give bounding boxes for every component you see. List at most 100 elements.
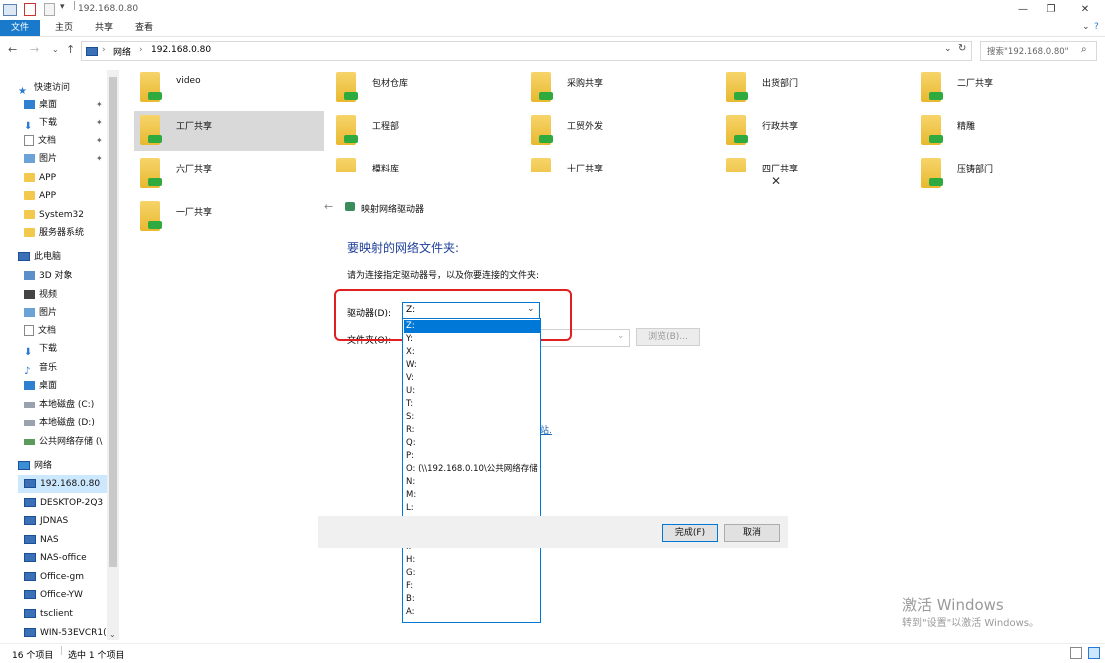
sidebar-item-drive-d[interactable]: 本地磁盘 (D:) (24, 414, 136, 432)
sidebar-item-app[interactable]: APP (24, 169, 136, 187)
quick-toolbar-dropdown-icon[interactable]: ▾ (60, 2, 65, 12)
sidebar-item-3d-objects[interactable]: 3D 对象 (24, 267, 136, 285)
forward-button[interactable]: → (30, 43, 39, 56)
details-view-icon[interactable] (1070, 647, 1082, 659)
drive-option[interactable]: A: (404, 606, 541, 619)
sidebar-item-host[interactable]: NAS (24, 531, 136, 549)
sidebar-item-downloads[interactable]: ⬇ 下载 (24, 340, 136, 358)
sidebar-item-host[interactable]: Office-YW (24, 586, 136, 604)
folder-item[interactable]: 二厂共享 (915, 68, 1105, 108)
folder-item[interactable]: 采购共享 (525, 68, 715, 108)
tab-share[interactable]: 共享 (84, 20, 124, 36)
sidebar-item-host[interactable]: JDNAS (24, 512, 136, 530)
drive-dropdown-list[interactable]: Z: Y: X: W: V: U: T: S: R: Q: P: O: (\\1… (402, 318, 541, 623)
recent-dropdown-icon[interactable]: ⌄ (52, 45, 59, 54)
folder-item[interactable]: 模料库 (330, 154, 520, 172)
sidebar-item-host-selected[interactable]: 192.168.0.80 (18, 475, 114, 493)
sidebar-item-host[interactable]: DESKTOP-2Q3 (24, 494, 108, 512)
tab-file[interactable]: 文件 (0, 20, 40, 36)
restore-button[interactable]: ❐ (1036, 2, 1066, 18)
drive-option[interactable]: N: (404, 476, 541, 489)
folder-item[interactable]: 工贸外发 (525, 111, 715, 151)
drive-option[interactable]: X: (404, 346, 541, 359)
drive-option[interactable]: M: (404, 489, 541, 502)
folder-item[interactable]: 行政共享 (720, 111, 910, 151)
drive-option[interactable]: H: (404, 554, 541, 567)
back-button[interactable]: ← (8, 43, 17, 56)
tab-home[interactable]: 主页 (44, 20, 84, 36)
folder-item[interactable]: 一厂共享 (134, 197, 324, 237)
sidebar-item-pictures[interactable]: 图片 ✦ (24, 150, 136, 168)
drive-option[interactable]: U: (404, 385, 541, 398)
sidebar-item-documents[interactable]: 文档 ✦ (24, 132, 136, 150)
folder-label: 工程部 (372, 122, 400, 132)
help-icon[interactable]: ? (1094, 22, 1099, 32)
drive-option[interactable]: T: (404, 398, 541, 411)
sidebar-item-host[interactable]: NAS-office (24, 549, 136, 567)
folder-item[interactable]: 十厂共享 (525, 154, 715, 172)
drive-option[interactable]: B: (404, 593, 541, 606)
search-input[interactable]: 搜索"192.168.0.80" ⌕ (980, 41, 1097, 61)
drive-option[interactable]: L: (404, 502, 541, 515)
dialog-link[interactable]: 站. (540, 423, 552, 436)
sidebar-item-drive-c[interactable]: 本地磁盘 (C:) (24, 396, 136, 414)
drive-option[interactable]: S: (404, 411, 541, 424)
folder-item[interactable]: 精雕 (915, 111, 1105, 151)
new-folder-icon[interactable] (44, 3, 55, 16)
minimize-button[interactable]: — (1008, 2, 1038, 18)
computer-icon (24, 609, 36, 618)
close-button[interactable]: ✕ (1070, 2, 1100, 18)
refresh-icon[interactable]: ↻ (958, 43, 966, 54)
address-bar[interactable]: › 网络 › 192.168.0.80 ⌄ ↻ (81, 41, 972, 61)
sidebar-item-host[interactable]: Office-gm (24, 568, 136, 586)
sidebar-item-app[interactable]: APP (24, 187, 136, 205)
large-icons-view-icon[interactable] (1088, 647, 1100, 659)
sidebar-item-network-storage[interactable]: 公共网络存储 (\ (24, 433, 136, 451)
status-selected-count: 选中 1 个项目 (68, 651, 125, 661)
folder-item[interactable]: video (134, 68, 324, 108)
drive-option[interactable]: Y: (404, 333, 541, 346)
expand-ribbon-icon[interactable]: ⌄ (1082, 22, 1090, 32)
folder-item[interactable]: 出货部门 (720, 68, 910, 108)
drive-option[interactable]: Q: (404, 437, 541, 450)
tab-view[interactable]: 查看 (124, 20, 164, 36)
sidebar-item-label: Office-YW (40, 590, 83, 600)
sidebar-item-downloads[interactable]: ⬇ 下载 ✦ (24, 114, 136, 132)
finish-button[interactable]: 完成(F) (662, 524, 718, 542)
drive-option[interactable]: O: (\\192.168.0.10\公共网络存储 (404, 463, 541, 476)
drive-option[interactable]: R: (404, 424, 541, 437)
drive-option[interactable]: W: (404, 359, 541, 372)
drive-option[interactable]: Z: (404, 320, 541, 333)
dialog-back-button[interactable]: ← (324, 200, 333, 213)
dialog-close-icon[interactable]: ✕ (771, 174, 781, 188)
address-dropdown-icon[interactable]: ⌄ (944, 44, 952, 54)
drive-option[interactable]: G: (404, 567, 541, 580)
sidebar-item-system32[interactable]: System32 (24, 206, 136, 224)
sidebar-item-pictures[interactable]: 图片 (24, 304, 136, 322)
up-button[interactable]: ↑ (66, 43, 75, 56)
drive-option[interactable]: V: (404, 372, 541, 385)
sidebar-scrollbar-thumb[interactable] (109, 77, 117, 567)
sidebar-item-host[interactable]: tsclient (24, 605, 136, 623)
folder-item-selected[interactable]: 工厂共享 (134, 111, 324, 151)
folder-item[interactable]: 压铸部门 (915, 154, 1105, 194)
sidebar-item-desktop[interactable]: 桌面 (24, 377, 136, 395)
browse-button[interactable]: 浏览(B)... (636, 328, 700, 346)
folder-item[interactable]: 工程部 (330, 111, 520, 151)
scroll-down-icon[interactable]: ⌄ (109, 630, 116, 639)
sidebar-item-documents[interactable]: 文档 (24, 322, 136, 340)
sidebar-item-videos[interactable]: 视频 (24, 286, 136, 304)
sidebar-item-music[interactable]: ♪ 音乐 (24, 359, 136, 377)
sidebar-item-desktop[interactable]: 桌面 ✦ (24, 96, 136, 114)
folder-item[interactable]: 四厂共享 (720, 154, 910, 172)
drive-option[interactable]: P: (404, 450, 541, 463)
breadcrumb-host[interactable]: 192.168.0.80 (151, 45, 211, 55)
cancel-button[interactable]: 取消 (724, 524, 780, 542)
breadcrumb-network[interactable]: 网络 (113, 45, 131, 58)
sidebar-item-server-system[interactable]: 服务器系统 (24, 224, 136, 242)
properties-icon[interactable] (24, 3, 36, 16)
drive-option[interactable]: F: (404, 580, 541, 593)
folder-item[interactable]: 包材仓库 (330, 68, 520, 108)
folder-item[interactable]: 六厂共享 (134, 154, 324, 194)
sidebar-item-host[interactable]: WIN-53EVCR1( (24, 624, 108, 642)
